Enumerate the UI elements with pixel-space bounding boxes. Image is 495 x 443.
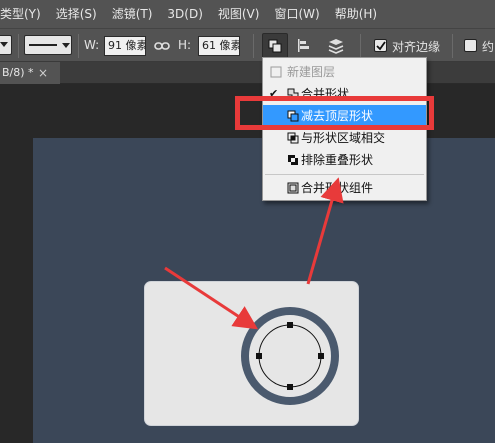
menu-item-exclude-overlapping-shapes[interactable]: 排除重叠形状: [263, 149, 426, 171]
close-icon[interactable]: ×: [38, 62, 48, 84]
combine-shapes-icon: [287, 88, 299, 100]
menu-item-subtract-front-shape[interactable]: 减去顶层形状: [263, 105, 426, 127]
menu-item-label: 合并形状组件: [301, 181, 374, 195]
fill-dropdown[interactable]: [0, 35, 12, 55]
divider: [18, 34, 19, 58]
constrain-label: 约: [482, 40, 495, 54]
chevron-down-icon: [0, 42, 8, 47]
checkmark-icon: ✔: [269, 87, 279, 100]
menu-item-label: 合并形状: [301, 87, 350, 101]
path-operations-button[interactable]: [262, 33, 288, 59]
merge-shape-components-icon: [287, 182, 299, 194]
path-arrangement-icon[interactable]: [326, 37, 346, 55]
menu-bar: 类型(Y) 选择(S) 滤镜(T) 3D(D) 视图(V) 窗口(W) 帮助(H…: [0, 0, 495, 28]
rounded-rectangle-shape[interactable]: [144, 281, 359, 426]
menu-item-intersect-shape-areas[interactable]: 与形状区域相交: [263, 127, 426, 149]
menu-filter[interactable]: 滤镜(T): [105, 0, 161, 28]
exclude-overlapping-shapes-icon: [288, 155, 298, 165]
new-layer-icon: [270, 66, 282, 78]
menu-item-label: 与形状区域相交: [301, 131, 386, 145]
menu-3d[interactable]: 3D(D): [160, 0, 210, 28]
document-tab-title: B/8) *: [2, 66, 34, 79]
path-operations-menu: 新建图层 ✔ 合并形状 减去顶层形状 与形状区域相交 排除重叠形状 合并形状组件: [262, 57, 427, 201]
menu-item-new-layer[interactable]: 新建图层: [263, 61, 426, 83]
height-field[interactable]: 61 像素: [198, 36, 240, 56]
link-icon[interactable]: [154, 40, 170, 52]
menu-view[interactable]: 视图(V): [211, 0, 268, 28]
divider: [360, 34, 361, 58]
divider: [78, 34, 79, 58]
menu-item-combine-shapes[interactable]: ✔ 合并形状: [263, 83, 426, 105]
path-alignment-icon[interactable]: [296, 38, 312, 54]
menu-item-label: 新建图层: [287, 65, 336, 79]
menu-item-label: 排除重叠形状: [301, 153, 374, 167]
menu-window[interactable]: 窗口(W): [267, 0, 327, 28]
menu-type[interactable]: 类型(Y): [0, 0, 49, 28]
align-edges-label: 对齐边缘: [392, 40, 441, 54]
menu-select[interactable]: 选择(S): [49, 0, 105, 28]
width-field[interactable]: 91 像素: [104, 36, 146, 56]
stroke-type-dropdown[interactable]: [24, 35, 72, 55]
constrain-checkbox[interactable]: [464, 39, 477, 52]
height-label: H:: [178, 38, 192, 52]
chevron-down-icon: [62, 43, 70, 48]
width-label: W:: [84, 38, 100, 52]
checkmark-icon: [376, 41, 386, 51]
stroke-line-icon: [29, 44, 57, 46]
subtract-front-shape-icon: [287, 110, 299, 122]
align-edges-checkbox[interactable]: [374, 39, 387, 52]
menu-item-label: 减去顶层形状: [301, 109, 374, 123]
document-tab[interactable]: B/8) * ×: [0, 62, 60, 84]
path-operations-icon: [268, 39, 282, 53]
intersect-shape-areas-icon: [287, 132, 299, 144]
divider: [253, 34, 254, 58]
menu-item-merge-shape-components[interactable]: 合并形状组件: [263, 177, 426, 199]
divider: [452, 34, 453, 58]
menu-divider: [265, 174, 424, 175]
menu-help[interactable]: 帮助(H): [328, 0, 385, 28]
